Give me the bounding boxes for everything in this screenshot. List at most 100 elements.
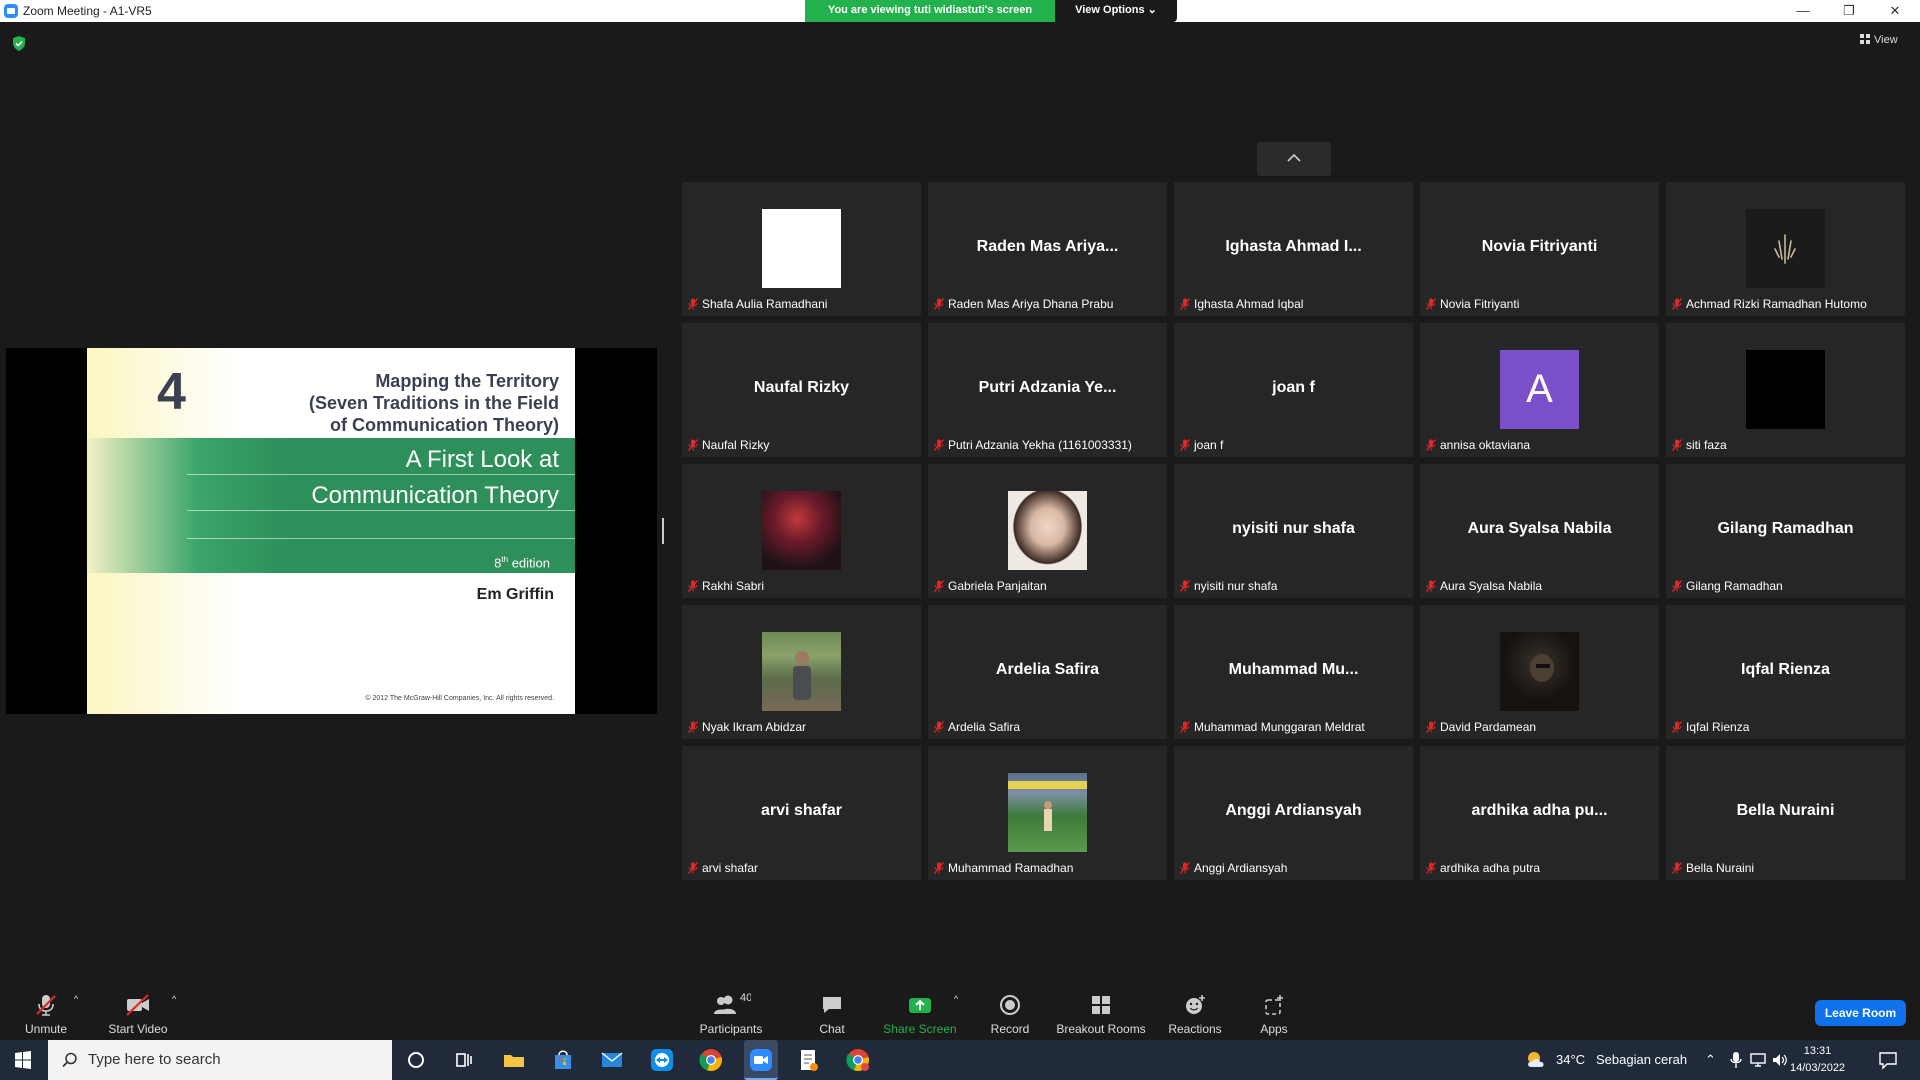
notifications-icon[interactable] — [1878, 1050, 1898, 1070]
participant-tile[interactable]: Anggi Ardiansyah Anggi Ardiansyah — [1174, 746, 1413, 880]
weather-icon[interactable] — [1525, 1050, 1547, 1070]
band-line — [187, 474, 575, 475]
show-hidden-icons-chevron-icon[interactable]: ⌃ — [1705, 1052, 1716, 1068]
leave-room-button[interactable]: Leave Room — [1815, 1000, 1906, 1026]
muted-microphone-icon — [36, 995, 56, 1016]
muted-mic-icon — [1180, 580, 1190, 592]
participant-name: Iqfal Rienza — [1686, 720, 1750, 734]
participant-name-label: siti faza — [1672, 438, 1727, 453]
maximize-button[interactable]: ❐ — [1826, 0, 1872, 22]
zoom-icon — [750, 1049, 772, 1071]
volume-icon[interactable] — [1772, 1052, 1788, 1068]
search-icon — [62, 1052, 77, 1068]
minimize-button[interactable]: — — [1780, 0, 1826, 22]
windows-start-icon[interactable] — [0, 1040, 46, 1080]
participant-tile[interactable]: Naufal Rizky Naufal Rizky — [682, 323, 921, 457]
share-screen-button[interactable]: Share Screen — [882, 978, 958, 1040]
microsoft-store-icon[interactable] — [551, 1048, 575, 1072]
participant-tile[interactable]: Gilang Ramadhan Gilang Ramadhan — [1666, 464, 1905, 598]
cortana-icon[interactable] — [404, 1048, 428, 1072]
chrome-icon[interactable] — [699, 1048, 723, 1072]
participant-tile[interactable]: nyisiti nur shafa nyisiti nur shafa — [1174, 464, 1413, 598]
participant-tile[interactable]: Bella Nuraini Bella Nuraini — [1666, 746, 1905, 880]
microphone-tray-icon[interactable] — [1730, 1051, 1742, 1069]
participant-tile[interactable]: Muhammad Mu... Muhammad Munggaran Meldrat — [1174, 605, 1413, 739]
participant-tile[interactable]: Ighasta Ahmad I... Ighasta Ahmad Iqbal — [1174, 182, 1413, 316]
share-screen-icon — [909, 998, 931, 1013]
apps-button[interactable]: Apps — [1257, 978, 1291, 1040]
participant-tile[interactable]: Shafa Aulia Ramadhani — [682, 182, 921, 316]
participant-name-label: Shafa Aulia Ramadhani — [688, 297, 827, 312]
participant-name-label: ardhika adha putra — [1426, 861, 1540, 876]
splitter-handle[interactable] — [662, 518, 664, 544]
video-options-caret[interactable]: ^ — [172, 994, 176, 1004]
audio-options-caret[interactable]: ^ — [74, 994, 78, 1004]
participant-display-name: Putri Adzania Ye... — [978, 379, 1117, 396]
task-view-icon[interactable] — [452, 1048, 476, 1072]
muted-mic-icon — [1426, 439, 1436, 451]
participant-tile[interactable]: Muhammad Ramadhan — [928, 746, 1167, 880]
participant-tile[interactable]: arvi shafar arvi shafar — [682, 746, 921, 880]
record-button[interactable]: Record — [985, 978, 1035, 1040]
share-options-caret[interactable]: ^ — [954, 994, 958, 1004]
taskbar-clock[interactable]: 13:31 14/03/2022 — [1790, 1043, 1845, 1077]
participant-name: joan f — [1194, 438, 1224, 452]
weather-description[interactable]: Sebagian cerah — [1596, 1052, 1687, 1067]
teamviewer-icon[interactable] — [650, 1048, 674, 1072]
reactions-label: Reactions — [1168, 1022, 1222, 1036]
participant-tile[interactable]: Rakhi Sabri — [682, 464, 921, 598]
participant-tile[interactable]: Nyak Ikram Abidzar — [682, 605, 921, 739]
participant-tile[interactable]: Ardelia Safira Ardelia Safira — [928, 605, 1167, 739]
breakout-rooms-button[interactable]: Breakout Rooms — [1056, 978, 1146, 1040]
participant-tile[interactable]: siti faza — [1666, 323, 1905, 457]
participant-tile[interactable]: Putri Adzania Ye... Putri Adzania Yekha (… — [928, 323, 1167, 457]
zoom-taskbar-button[interactable] — [744, 1040, 778, 1080]
file-explorer-icon[interactable] — [502, 1048, 526, 1072]
chevron-up-icon — [1287, 153, 1301, 162]
notepad-icon[interactable] — [797, 1048, 821, 1072]
participant-tile[interactable]: Aannisa oktaviana — [1420, 323, 1659, 457]
start-video-button[interactable]: Start Video — [104, 978, 172, 1040]
reactions-button[interactable]: Reactions — [1166, 978, 1224, 1040]
participant-name-label: Iqfal Rienza — [1672, 720, 1749, 735]
taskbar-search-input[interactable]: Type here to search — [48, 1040, 392, 1080]
participant-tile[interactable]: Novia Fitriyanti Novia Fitriyanti — [1420, 182, 1659, 316]
chat-button[interactable]: Chat — [812, 978, 852, 1040]
band-line — [187, 538, 575, 539]
muted-mic-icon — [1672, 862, 1682, 874]
avatar — [762, 632, 841, 711]
muted-mic-icon — [934, 298, 944, 310]
record-icon — [1000, 995, 1020, 1015]
chrome-profile-icon[interactable] — [846, 1048, 870, 1072]
avatar-letter: A — [1526, 367, 1553, 411]
mail-icon[interactable] — [600, 1048, 624, 1072]
muted-mic-icon — [1180, 439, 1190, 451]
weather-temperature[interactable]: 34°C — [1556, 1052, 1585, 1067]
close-button[interactable]: ✕ — [1872, 0, 1918, 22]
muted-mic-icon — [1426, 862, 1436, 874]
gallery-previous-page-button[interactable] — [1257, 142, 1331, 176]
participant-display-name: joan f — [1272, 379, 1315, 396]
participant-name: Nyak Ikram Abidzar — [702, 720, 807, 734]
view-layout-button[interactable]: View — [1860, 34, 1898, 46]
participant-tile[interactable]: Achmad Rizki Ramadhan Hutomo — [1666, 182, 1905, 316]
unmute-button[interactable]: Unmute — [18, 978, 74, 1040]
muted-mic-icon — [688, 721, 698, 733]
network-icon[interactable] — [1750, 1052, 1768, 1068]
participant-tile[interactable]: Raden Mas Ariya... Raden Mas Ariya Dhana … — [928, 182, 1167, 316]
edition-word: edition — [508, 555, 550, 571]
participant-tile[interactable]: ardhika adha pu... ardhika adha putra — [1420, 746, 1659, 880]
shield-icon[interactable] — [12, 36, 26, 51]
breakout-rooms-label: Breakout Rooms — [1056, 1022, 1146, 1036]
view-options-button[interactable]: View Options ⌄ — [1055, 0, 1177, 22]
participant-tile[interactable]: Aura Syalsa Nabila Aura Syalsa Nabila — [1420, 464, 1659, 598]
participant-name-label: Putri Adzania Yekha (1161003331) — [934, 438, 1132, 453]
participant-display-name: Anggi Ardiansyah — [1225, 802, 1362, 819]
participants-button[interactable]: 40 Participants — [693, 978, 769, 1040]
participant-tile[interactable]: joan f joan f — [1174, 323, 1413, 457]
participants-icon: 40 — [714, 992, 751, 1014]
participant-tile[interactable]: David Pardamean — [1420, 605, 1659, 739]
slide-title-line: (Seven Traditions in the Field — [308, 393, 559, 413]
participant-tile[interactable]: Gabriela Panjaitan — [928, 464, 1167, 598]
participant-tile[interactable]: Iqfal Rienza Iqfal Rienza — [1666, 605, 1905, 739]
